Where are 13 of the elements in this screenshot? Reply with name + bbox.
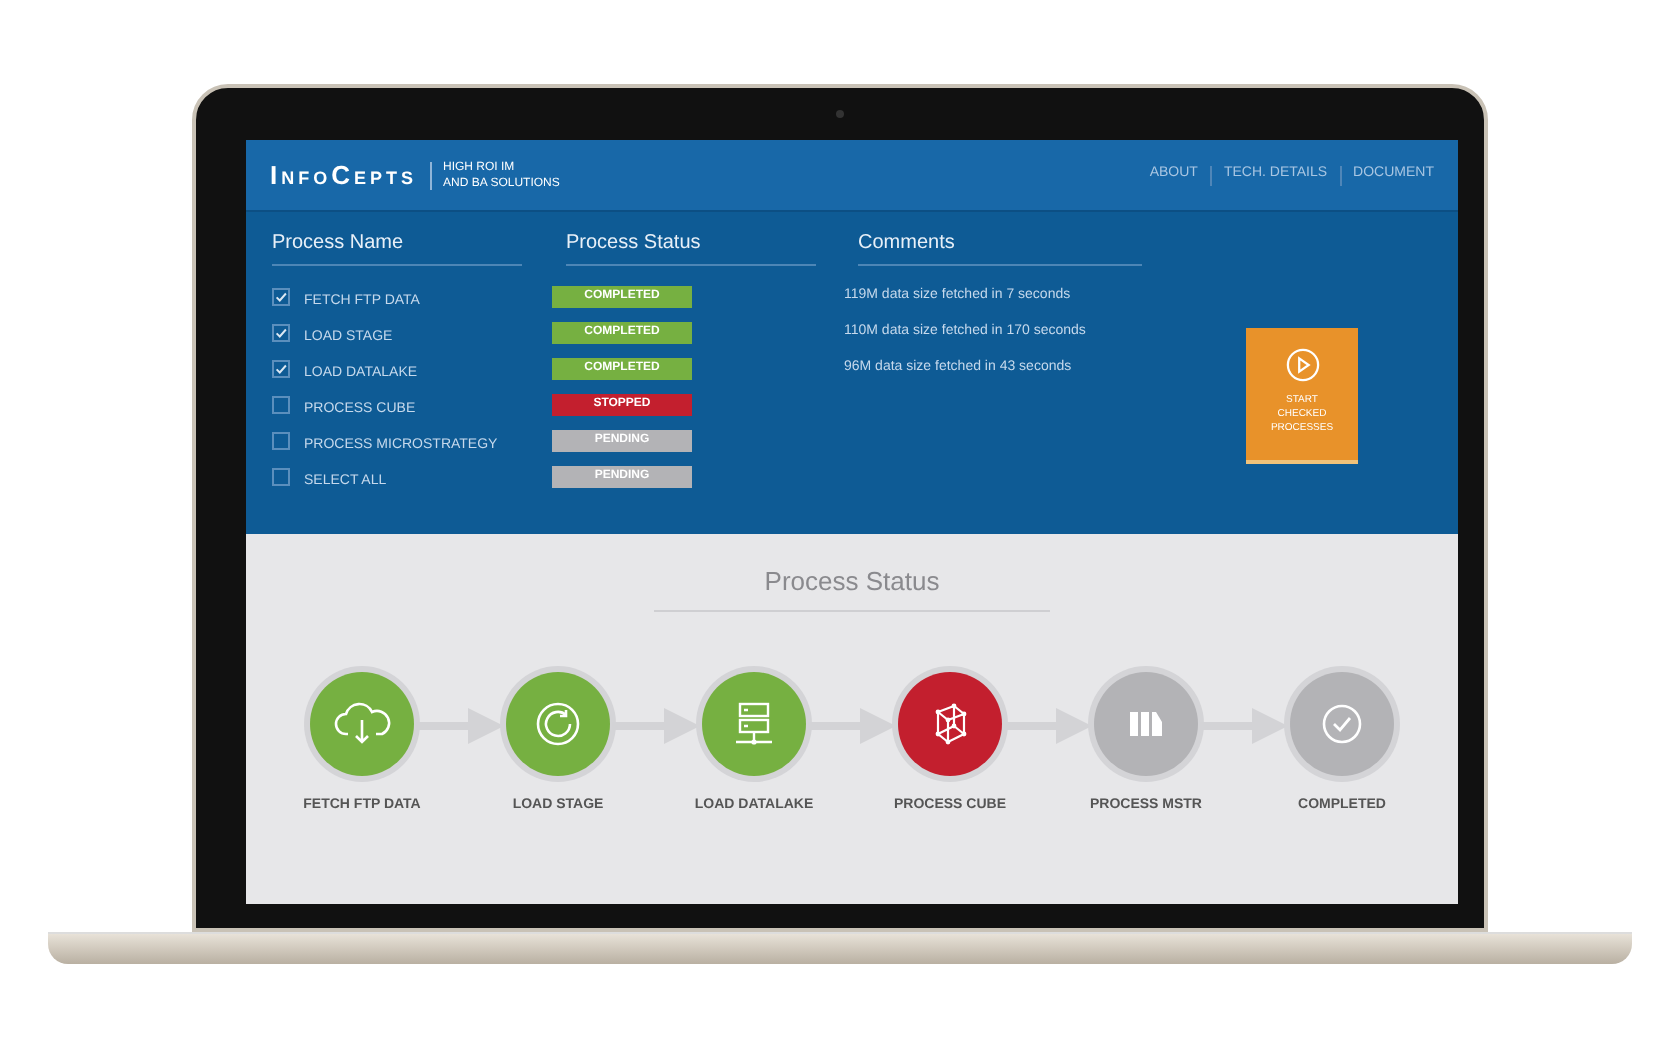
column-heading: Comments	[858, 228, 1142, 266]
checkbox[interactable]	[272, 467, 290, 485]
checkbox[interactable]	[272, 395, 290, 413]
play-icon	[1285, 348, 1319, 382]
logo: InfoCepts	[270, 157, 418, 194]
column-heading: Process Status	[566, 228, 816, 266]
camera-icon	[836, 110, 844, 118]
checkbox[interactable]	[272, 431, 290, 449]
checkbox[interactable]	[272, 287, 290, 305]
checkbox[interactable]	[272, 359, 290, 377]
column-heading: Process Name	[272, 228, 522, 266]
checkbox[interactable]	[272, 323, 290, 341]
section-title: Process Status	[654, 562, 1050, 611]
